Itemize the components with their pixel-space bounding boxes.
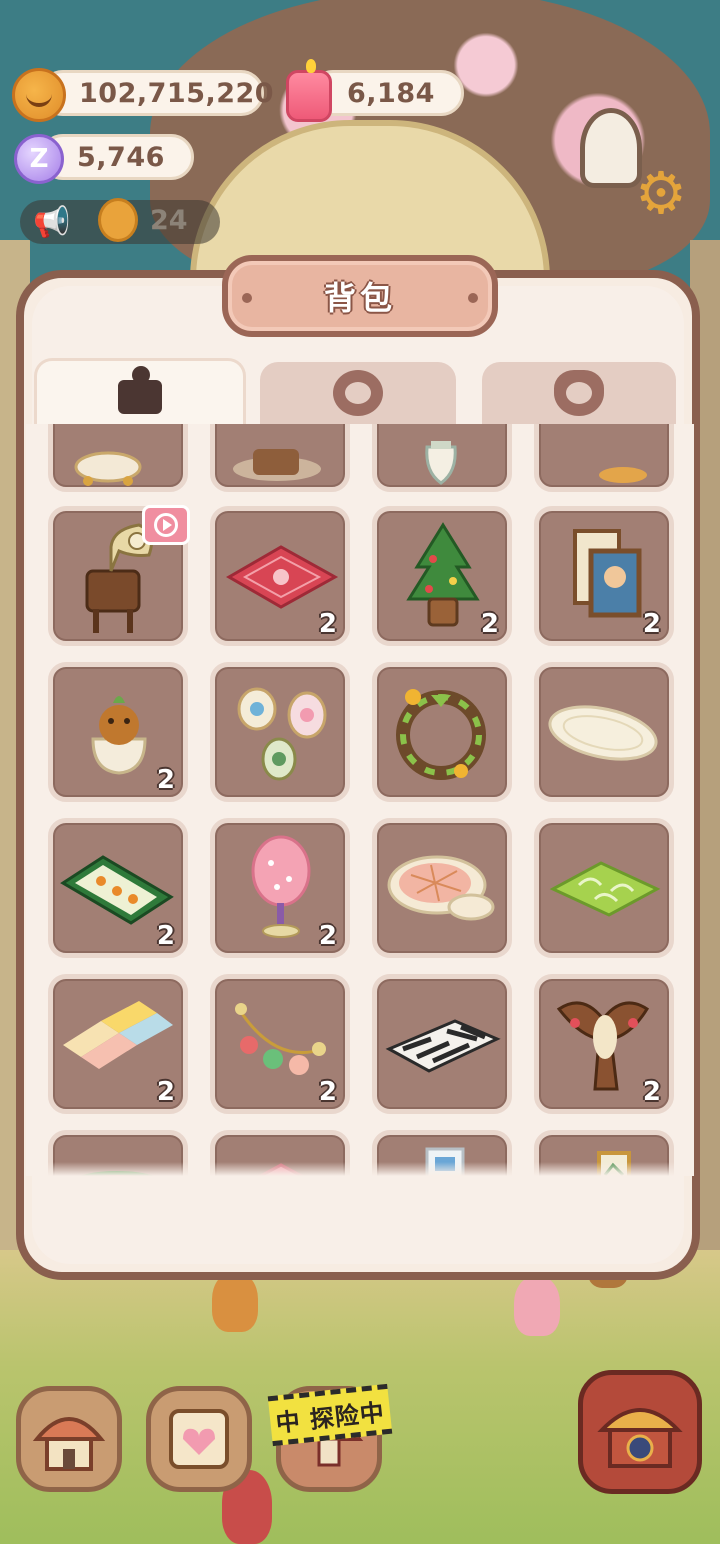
inventory-item[interactable]	[48, 424, 188, 492]
panel-title-plate: 背包	[222, 255, 498, 337]
inventory-item[interactable]	[372, 662, 512, 802]
inventory-item[interactable]: 2	[534, 506, 674, 646]
item-quantity: 2	[480, 609, 499, 639]
megaphone-icon: 📢	[33, 204, 71, 240]
cookie-silhouette-icon	[333, 370, 383, 416]
exploring-status: 中 探险中	[274, 1397, 387, 1438]
rivet-icon	[468, 293, 478, 303]
announcement-count: 24	[150, 205, 188, 236]
inventory-item[interactable]	[534, 1130, 674, 1176]
pet-silhouette-icon	[554, 370, 604, 416]
plaid-rug-icon	[387, 855, 495, 921]
notebook-icon	[169, 1409, 229, 1469]
candle-icon	[286, 59, 332, 122]
inventory-item[interactable]: 2	[372, 506, 512, 646]
inventory-item[interactable]: 2	[48, 662, 188, 802]
inventory-item[interactable]: 2	[48, 974, 188, 1114]
decor-plates-icon	[237, 687, 327, 781]
mushroom-house-icon	[32, 1417, 106, 1471]
inventory-item[interactable]	[534, 818, 674, 958]
item-quantity: 2	[642, 1077, 661, 1107]
item-quantity: 2	[318, 921, 337, 951]
inventory-item[interactable]: 2	[534, 974, 674, 1114]
inventory-item[interactable]	[210, 1130, 350, 1176]
bathtub-icon	[74, 451, 142, 486]
carnival-tent-icon	[597, 1408, 683, 1468]
inventory-item[interactable]	[534, 424, 674, 492]
zebra-rug-icon	[385, 1019, 501, 1073]
carnival-button[interactable]	[578, 1370, 702, 1494]
item-quantity: 2	[156, 1077, 175, 1107]
vase-icon	[425, 441, 457, 485]
inventory-item[interactable]: 2	[210, 506, 350, 646]
picture-icon	[425, 1147, 465, 1176]
inventory-item[interactable]	[372, 818, 512, 958]
oval-rug-icon	[548, 705, 658, 761]
candle-count: 6,184	[347, 77, 435, 109]
npc-cookie[interactable]	[212, 1272, 258, 1332]
box-icon	[118, 365, 162, 414]
panel-title: 背包	[323, 279, 396, 317]
barrel-icon	[233, 449, 321, 481]
cookie-count: 102,715,220	[79, 77, 275, 109]
inventory-item[interactable]	[372, 974, 512, 1114]
item-quantity: 2	[318, 1077, 337, 1107]
inventory-item[interactable]: 2	[210, 818, 350, 958]
inventory-item[interactable]	[534, 662, 674, 802]
inventory-item[interactable]	[210, 662, 350, 802]
watch-video-badge[interactable]	[142, 505, 190, 545]
announcement-avatar-icon	[98, 198, 138, 242]
wreath-icon	[396, 689, 486, 780]
cookie-icon	[12, 68, 66, 122]
item-quantity: 2	[318, 609, 337, 639]
inventory-item[interactable]	[372, 424, 512, 492]
rivet-icon	[242, 293, 252, 303]
inventory-item[interactable]: 2	[210, 974, 350, 1114]
diary-button[interactable]	[146, 1386, 252, 1492]
pink-mat-icon	[257, 1163, 305, 1176]
candle-currency-counter[interactable]: 6,184	[310, 70, 464, 116]
gear-icon[interactable]: ⚙	[628, 159, 694, 227]
tab-items[interactable]	[34, 358, 246, 424]
leaf-rug-icon	[549, 861, 661, 917]
inventory-item[interactable]: 2	[48, 818, 188, 958]
item-quantity: 2	[156, 921, 175, 951]
npc-cookie[interactable]	[514, 1276, 560, 1336]
crystal-count: 5,746	[77, 141, 165, 173]
inventory-grid[interactable]: 2 2 2 2 2 2 2 2 2	[26, 424, 694, 1176]
play-icon	[154, 513, 178, 537]
item-quantity: 2	[156, 765, 175, 795]
cushion-icon	[599, 467, 647, 483]
crystal-candy-icon: Z	[14, 134, 64, 184]
home-button[interactable]	[16, 1386, 122, 1492]
frame-icon	[597, 1151, 631, 1176]
cookie-currency-counter[interactable]: 102,715,220	[40, 70, 274, 116]
item-quantity: 2	[642, 609, 661, 639]
watermelon-icon	[80, 1171, 154, 1176]
tab-pets[interactable]	[482, 362, 676, 424]
inventory-item[interactable]	[210, 424, 350, 492]
inventory-item[interactable]	[48, 1130, 188, 1176]
tab-cookies[interactable]	[260, 362, 456, 424]
inventory-item[interactable]	[372, 1130, 512, 1176]
